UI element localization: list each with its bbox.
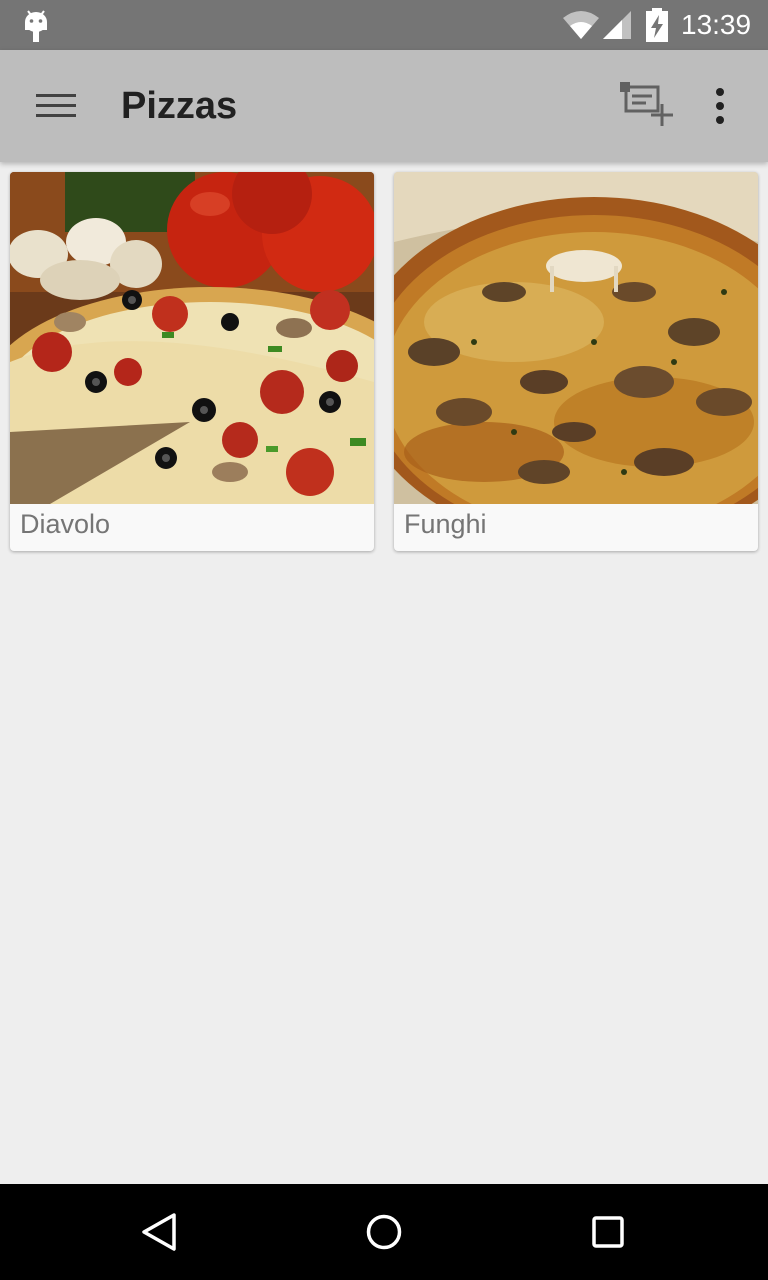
android-icon (25, 10, 47, 42)
pizza-grid: Diavolo Funghi (0, 162, 768, 1184)
pizza-photo-diavolo (10, 172, 374, 504)
add-pizza-button[interactable] (612, 78, 684, 134)
overflow-menu-button[interactable] (700, 80, 740, 132)
cell-signal-icon (603, 11, 631, 39)
pizza-photo-funghi (394, 172, 758, 504)
battery-charging-icon (646, 8, 668, 42)
status-bar: 13:39 (0, 0, 768, 50)
home-icon[interactable] (364, 1212, 404, 1252)
page-title: Pizzas (121, 85, 238, 127)
status-time: 13:39 (681, 9, 752, 40)
pizza-card-funghi[interactable]: Funghi (394, 172, 758, 551)
menu-button[interactable] (24, 82, 88, 130)
wifi-icon (563, 11, 599, 39)
more-vert-icon (716, 88, 724, 124)
app-bar: Pizzas (0, 50, 768, 162)
system-nav-bar (0, 1184, 768, 1280)
pizza-name: Diavolo (20, 509, 111, 539)
add-to-queue-icon (620, 82, 673, 126)
pizza-name: Funghi (404, 509, 487, 539)
pizza-card-diavolo[interactable]: Diavolo (10, 172, 374, 551)
back-icon[interactable] (140, 1212, 180, 1252)
recents-icon[interactable] (588, 1212, 628, 1252)
menu-icon (36, 94, 76, 117)
